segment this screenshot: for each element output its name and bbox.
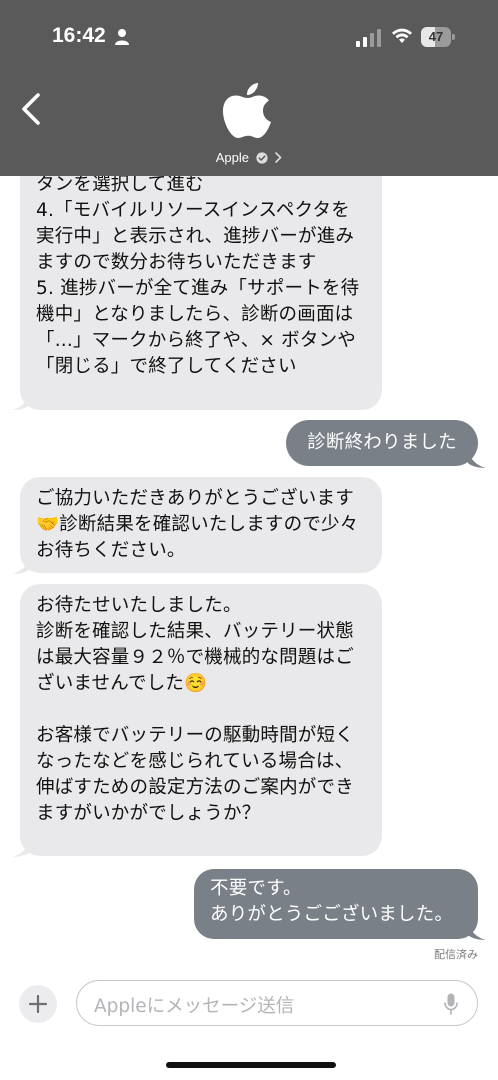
- contact-name: Apple: [215, 150, 249, 166]
- status-bar-overlay: 16:42 47: [0, 0, 498, 70]
- message-input[interactable]: Appleにメッセージ送信: [76, 980, 478, 1026]
- status-time-overlay: 16:42: [52, 24, 106, 47]
- verified-icon: [256, 151, 268, 164]
- home-indicator[interactable]: [166, 1062, 336, 1068]
- battery-indicator: 47: [421, 27, 455, 47]
- microphone-icon[interactable]: [444, 993, 458, 1015]
- contact-name-button[interactable]: Apple: [0, 149, 498, 165]
- plus-icon: [28, 994, 48, 1014]
- bubble-tail: [12, 392, 30, 410]
- bubble-tail: [12, 839, 30, 857]
- bubble-tail: [468, 922, 486, 940]
- header-overlay: 16:42 47 Apple: [0, 0, 498, 176]
- message-outgoing[interactable]: 不要です。 ありがとうごございました。: [194, 869, 478, 939]
- delivered-status: 配信済み: [434, 948, 478, 961]
- message-incoming[interactable]: ご協力いただきありがとうございます🤝診断結果を確認いたしますので少々お待ちくださ…: [20, 477, 382, 573]
- battery-level: 47: [428, 29, 444, 44]
- message-outgoing[interactable]: 診断終わりました: [286, 420, 478, 466]
- chevron-right-icon: [275, 152, 282, 163]
- person-icon: [115, 29, 129, 45]
- message-input-placeholder: Appleにメッセージ送信: [94, 996, 295, 1017]
- apple-logo[interactable]: [222, 82, 274, 140]
- back-icon[interactable]: [18, 92, 44, 126]
- message-incoming[interactable]: お待たせいたしました。 診断を確認した結果、バッテリー状態は最大容量９２％で機械…: [20, 584, 382, 856]
- bubble-tail: [468, 450, 486, 468]
- add-attachment-button[interactable]: [19, 985, 57, 1023]
- message-incoming[interactable]: タンを選択して進む 4.「モバイルリソースインスペクタを実行中」と表示され、進捗…: [20, 150, 382, 410]
- wifi-icon: [392, 28, 412, 43]
- bubble-tail: [12, 556, 30, 574]
- signal-icon: [356, 29, 381, 47]
